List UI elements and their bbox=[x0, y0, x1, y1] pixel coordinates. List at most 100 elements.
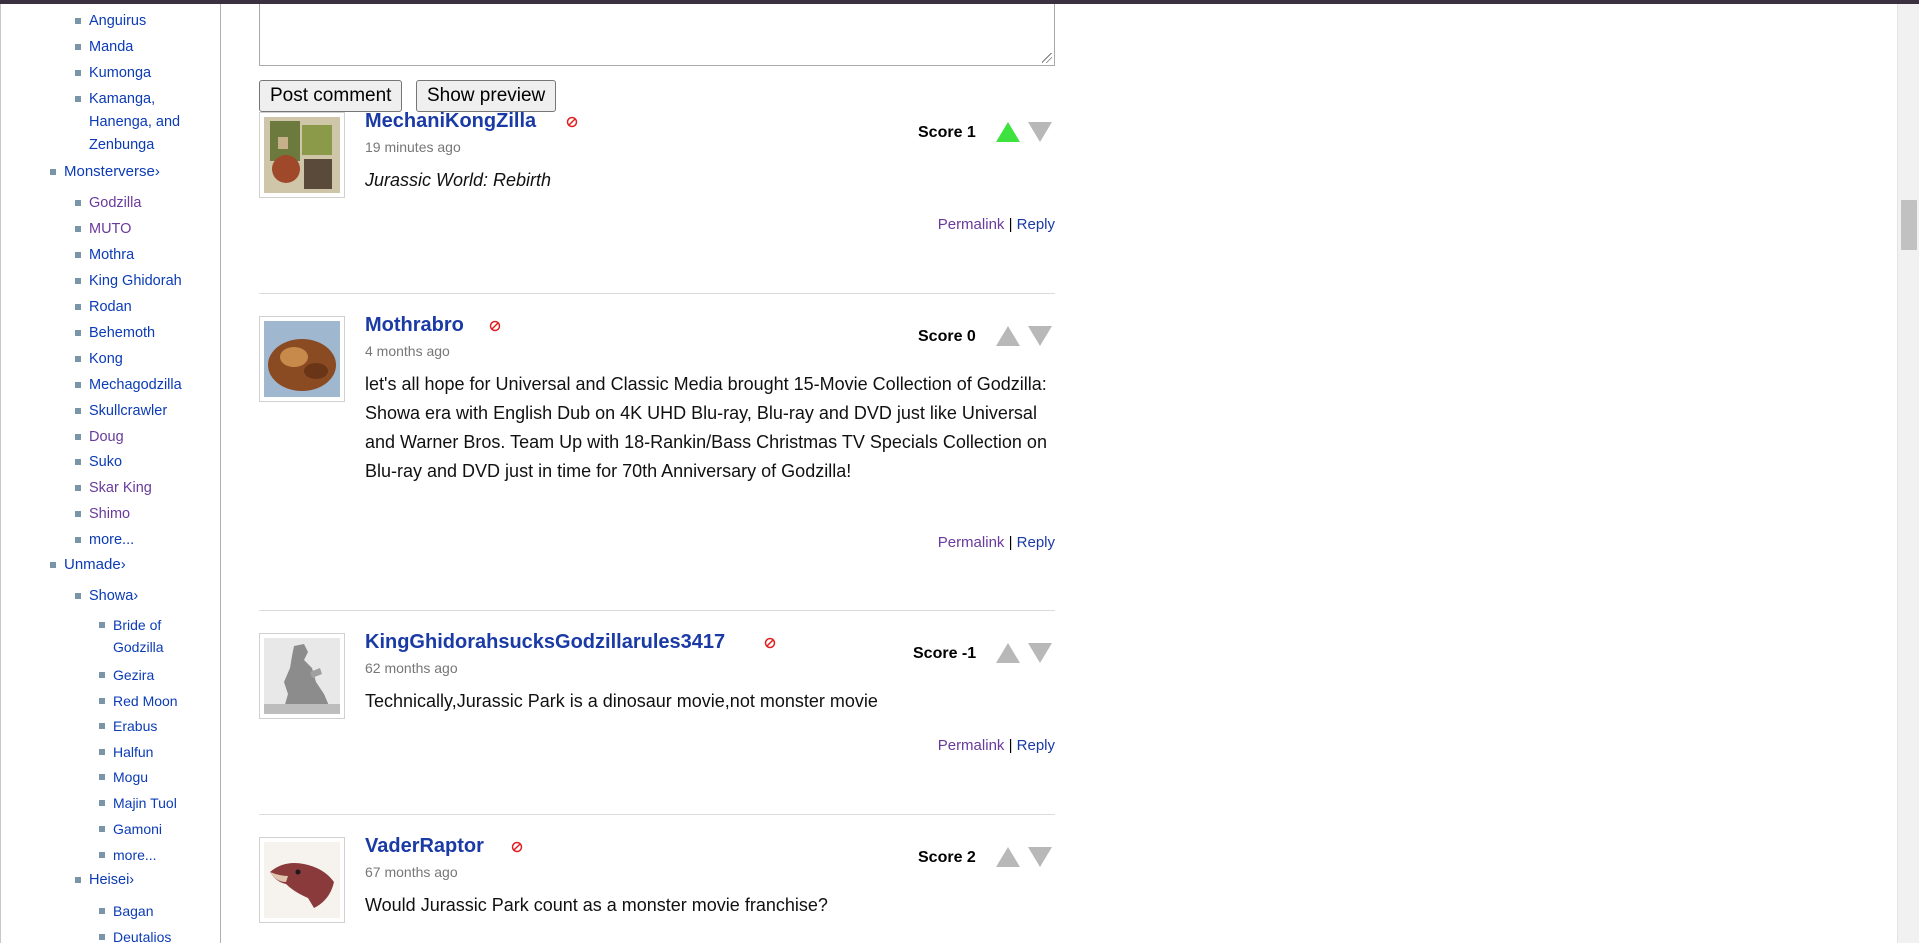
bullet-icon bbox=[75, 356, 81, 362]
avatar-image-mothrabro bbox=[264, 321, 340, 397]
sidebar-item-skullcrawler[interactable]: Skullcrawler bbox=[75, 400, 167, 422]
sidebar-item-kamanga-line2[interactable]: Hanenga, and bbox=[89, 111, 180, 133]
comment-username[interactable]: VaderRaptor bbox=[365, 835, 484, 858]
comment-actions: Permalink | Reply bbox=[937, 534, 1055, 551]
sidebar-item-godzilla[interactable]: Godzilla bbox=[75, 192, 141, 214]
sidebar-item-more-showa[interactable]: more... bbox=[99, 844, 157, 866]
avatar[interactable] bbox=[259, 112, 345, 198]
comment-body: Technically,Jurassic Park is a dinosaur … bbox=[365, 691, 878, 711]
comment-actions: Permalink | Reply bbox=[937, 216, 1055, 233]
comment-actions: Permalink | Reply bbox=[937, 737, 1055, 754]
comment-timestamp: 62 months ago bbox=[365, 660, 458, 676]
sidebar-item-showa[interactable]: Showa› bbox=[75, 585, 138, 607]
downvote-icon[interactable] bbox=[1027, 642, 1053, 664]
bullet-icon bbox=[99, 672, 105, 678]
upvote-icon[interactable] bbox=[995, 325, 1021, 347]
reply-link[interactable]: Reply bbox=[1017, 534, 1055, 551]
comment-divider bbox=[259, 814, 1055, 815]
sidebar-item-mogu[interactable]: Mogu bbox=[99, 766, 148, 788]
sidebar-item-monsterverse[interactable]: Monsterverse› bbox=[50, 161, 160, 183]
bullet-icon bbox=[75, 226, 81, 232]
sidebar-item-kamanga-line3[interactable]: Zenbunga bbox=[89, 134, 154, 156]
comment-body: Jurassic World: Rebirth bbox=[365, 170, 552, 190]
sidebar-item-rodan[interactable]: Rodan bbox=[75, 296, 132, 318]
avatar[interactable] bbox=[259, 633, 345, 719]
scrollbar-thumb[interactable] bbox=[1901, 200, 1917, 250]
bullet-icon bbox=[99, 908, 105, 914]
downvote-icon[interactable] bbox=[1027, 846, 1053, 868]
page-scrollbar[interactable] bbox=[1897, 4, 1919, 943]
sidebar-item-kumonga[interactable]: Kumonga bbox=[75, 62, 151, 84]
sidebar-item-unmade[interactable]: Unmade› bbox=[50, 554, 126, 576]
sidebar-item-gezira[interactable]: Gezira bbox=[99, 664, 154, 686]
sidebar-item-kong[interactable]: Kong bbox=[75, 348, 123, 370]
sidebar-item-halfun[interactable]: Halfun bbox=[99, 741, 153, 763]
bullet-icon bbox=[50, 562, 56, 568]
sidebar-item-king-ghidorah[interactable]: King Ghidorah bbox=[75, 270, 182, 292]
sidebar-item-doug[interactable]: Doug bbox=[75, 426, 124, 448]
comment-divider bbox=[259, 610, 1055, 611]
bullet-icon bbox=[75, 304, 81, 310]
block-user-icon[interactable] bbox=[511, 841, 523, 853]
sidebar-item-mothra[interactable]: Mothra bbox=[75, 244, 134, 266]
sidebar-item-red-moon[interactable]: Red Moon bbox=[99, 690, 178, 712]
sidebar-item-more-monsterverse[interactable]: more... bbox=[75, 529, 134, 551]
downvote-icon[interactable] bbox=[1027, 121, 1053, 143]
sidebar-item-bride-of-godzilla[interactable]: Bride of bbox=[99, 614, 161, 636]
permalink-link[interactable]: Permalink bbox=[938, 534, 1005, 551]
sidebar-item-majin-tuol[interactable]: Majin Tuol bbox=[99, 792, 177, 814]
reply-link[interactable]: Reply bbox=[1017, 216, 1055, 233]
comment-username[interactable]: Mothrabro bbox=[365, 314, 464, 337]
sidebar-item-bagan[interactable]: Bagan bbox=[99, 900, 153, 922]
comment-username[interactable]: KingGhidorahsucksGodzillarules3417 bbox=[365, 631, 725, 654]
bullet-icon bbox=[75, 382, 81, 388]
bullet-icon bbox=[99, 774, 105, 780]
bullet-icon bbox=[75, 18, 81, 24]
block-user-icon[interactable] bbox=[489, 320, 501, 332]
avatar[interactable] bbox=[259, 316, 345, 402]
sidebar-item-erabus[interactable]: Erabus bbox=[99, 715, 157, 737]
upvote-icon[interactable] bbox=[995, 642, 1021, 664]
sidebar-item-skar-king[interactable]: Skar King bbox=[75, 477, 152, 499]
post-comment-button[interactable]: Post comment bbox=[259, 80, 403, 112]
sidebar-item-deutalios[interactable]: Deutalios bbox=[99, 926, 171, 943]
block-user-icon[interactable] bbox=[764, 637, 776, 649]
comment-textarea[interactable] bbox=[259, 4, 1055, 66]
reply-link[interactable]: Reply bbox=[1017, 737, 1055, 754]
bullet-icon bbox=[50, 169, 56, 175]
sidebar-item-kamanga[interactable]: Kamanga, bbox=[75, 88, 155, 110]
sidebar-item-suko[interactable]: Suko bbox=[75, 451, 122, 473]
permalink-link[interactable]: Permalink bbox=[938, 216, 1005, 233]
upvote-icon[interactable] bbox=[995, 846, 1021, 868]
avatar-image-kingghidorahsucksgodzillarules3417 bbox=[264, 638, 340, 714]
downvote-icon[interactable] bbox=[1027, 325, 1053, 347]
bullet-icon bbox=[75, 485, 81, 491]
comment-username[interactable]: MechaniKongZilla bbox=[365, 110, 536, 133]
bullet-icon bbox=[75, 434, 81, 440]
bullet-icon bbox=[75, 877, 81, 883]
avatar[interactable] bbox=[259, 837, 345, 923]
avatar-image-vaderraptor bbox=[264, 842, 340, 918]
upvote-icon[interactable] bbox=[995, 121, 1021, 143]
block-user-icon[interactable] bbox=[566, 116, 578, 128]
bullet-icon bbox=[99, 622, 105, 628]
sidebar-item-shimo[interactable]: Shimo bbox=[75, 503, 130, 525]
bullet-icon bbox=[99, 826, 105, 832]
sidebar-item-bride-of-godzilla-line2[interactable]: Godzilla bbox=[113, 636, 164, 658]
bullet-icon bbox=[75, 459, 81, 465]
sidebar-item-anguirus[interactable]: Anguirus bbox=[75, 10, 146, 32]
bullet-icon bbox=[99, 934, 105, 940]
comment-score: Score 2 bbox=[918, 849, 976, 866]
sidebar-item-heisei[interactable]: Heisei› bbox=[75, 869, 134, 891]
permalink-link[interactable]: Permalink bbox=[938, 737, 1005, 754]
show-preview-button[interactable]: Show preview bbox=[416, 80, 557, 112]
sidebar-item-gamoni[interactable]: Gamoni bbox=[99, 818, 162, 840]
sidebar-item-behemoth[interactable]: Behemoth bbox=[75, 322, 155, 344]
sidebar-item-manda[interactable]: Manda bbox=[75, 36, 133, 58]
resize-grip-icon[interactable] bbox=[1042, 53, 1052, 63]
bullet-icon bbox=[99, 723, 105, 729]
sidebar-item-muto[interactable]: MUTO bbox=[75, 218, 131, 240]
bullet-icon bbox=[75, 44, 81, 50]
bullet-icon bbox=[75, 408, 81, 414]
sidebar-item-mechagodzilla[interactable]: Mechagodzilla bbox=[75, 374, 182, 396]
